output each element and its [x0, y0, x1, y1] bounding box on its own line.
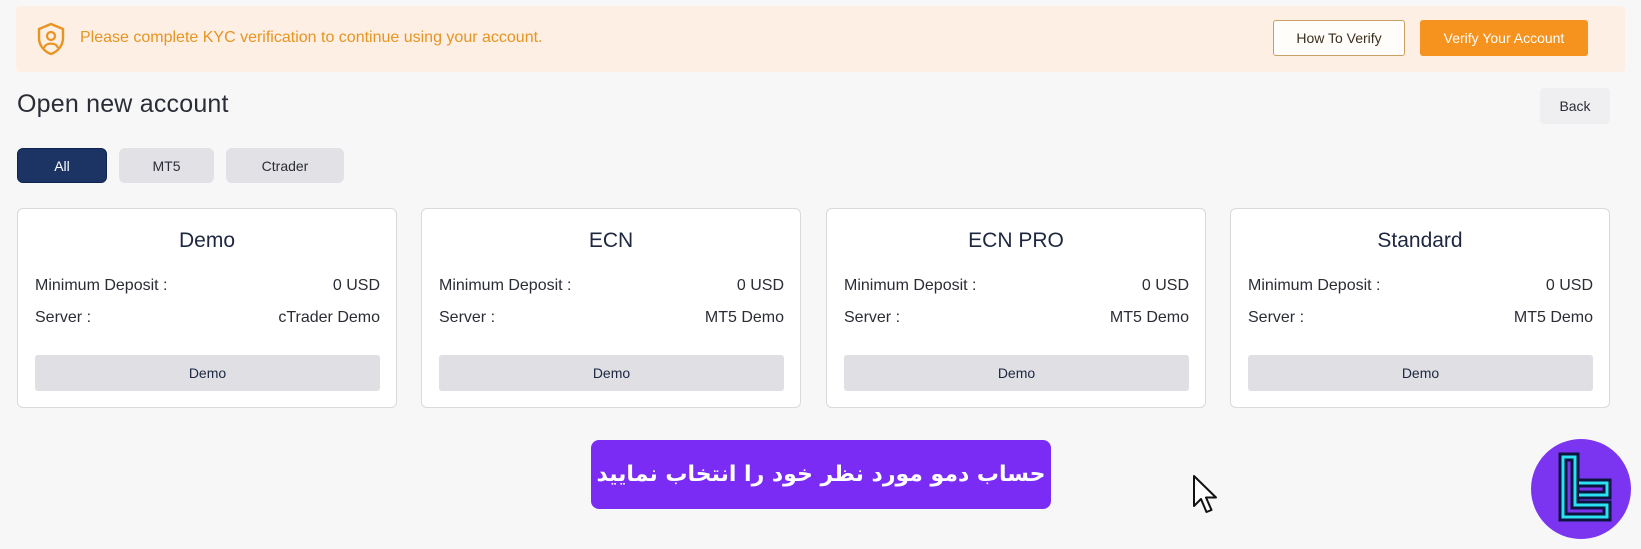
tab-mt5[interactable]: MT5: [119, 148, 214, 183]
page-title: Open new account: [17, 90, 229, 118]
deposit-row: Minimum Deposit : 0 USD: [844, 277, 1189, 295]
deposit-label: Minimum Deposit :: [844, 277, 977, 294]
tab-all[interactable]: All: [17, 148, 107, 183]
back-button[interactable]: Back: [1540, 88, 1610, 124]
shield-user-icon: [37, 22, 65, 56]
deposit-row: Minimum Deposit : 0 USD: [1248, 277, 1593, 295]
how-to-verify-button[interactable]: How To Verify: [1273, 20, 1405, 56]
server-label: Server :: [35, 309, 92, 326]
logo-mark-icon: [1558, 452, 1612, 522]
kyc-banner: Please complete KYC verification to cont…: [16, 6, 1625, 72]
deposit-row: Minimum Deposit : 0 USD: [439, 277, 784, 295]
server-value: MT5 Demo: [1109, 309, 1189, 326]
mouse-pointer-icon: [1193, 475, 1217, 513]
server-label: Server :: [1248, 309, 1305, 326]
account-name: ECN: [588, 229, 634, 252]
server-row: Server : MT5 Demo: [1248, 309, 1593, 327]
instruction-caption: حساب دمو مورد نظر خود را انتخاب نمایید: [591, 440, 1051, 509]
deposit-label: Minimum Deposit :: [35, 277, 168, 294]
account-name: Standard: [1377, 229, 1463, 252]
server-row: Server : MT5 Demo: [439, 309, 784, 327]
deposit-label: Minimum Deposit :: [439, 277, 572, 294]
account-card-standard: Standard Minimum Deposit : 0 USD Server …: [1230, 208, 1610, 408]
open-demo-button[interactable]: Demo: [844, 355, 1189, 391]
deposit-row: Minimum Deposit : 0 USD: [35, 277, 380, 295]
server-label: Server :: [439, 309, 496, 326]
deposit-value: 0 USD: [736, 277, 784, 294]
account-card-ecn-pro: ECN PRO Minimum Deposit : 0 USD Server :…: [826, 208, 1206, 408]
account-card-ecn: ECN Minimum Deposit : 0 USD Server : MT5…: [421, 208, 801, 408]
account-card-demo: Demo Minimum Deposit : 0 USD Server : cT…: [17, 208, 397, 408]
tradingfinder-logo: [1531, 439, 1631, 539]
verify-account-button[interactable]: Verify Your Account: [1420, 20, 1588, 56]
account-name: Demo: [178, 229, 236, 252]
deposit-value: 0 USD: [332, 277, 380, 294]
server-value: cTrader Demo: [278, 309, 380, 326]
server-value: MT5 Demo: [1513, 309, 1593, 326]
tab-ctrader[interactable]: Ctrader: [226, 148, 344, 183]
account-name: ECN PRO: [968, 229, 1064, 252]
server-row: Server : MT5 Demo: [844, 309, 1189, 327]
server-row: Server : cTrader Demo: [35, 309, 380, 327]
server-label: Server :: [844, 309, 901, 326]
open-demo-button[interactable]: Demo: [35, 355, 380, 391]
deposit-value: 0 USD: [1545, 277, 1593, 294]
deposit-value: 0 USD: [1141, 277, 1189, 294]
open-demo-button[interactable]: Demo: [1248, 355, 1593, 391]
open-demo-button[interactable]: Demo: [439, 355, 784, 391]
deposit-label: Minimum Deposit :: [1248, 277, 1381, 294]
server-value: MT5 Demo: [704, 309, 784, 326]
page: Please complete KYC verification to cont…: [0, 0, 1641, 549]
kyc-message: Please complete KYC verification to cont…: [80, 29, 543, 46]
